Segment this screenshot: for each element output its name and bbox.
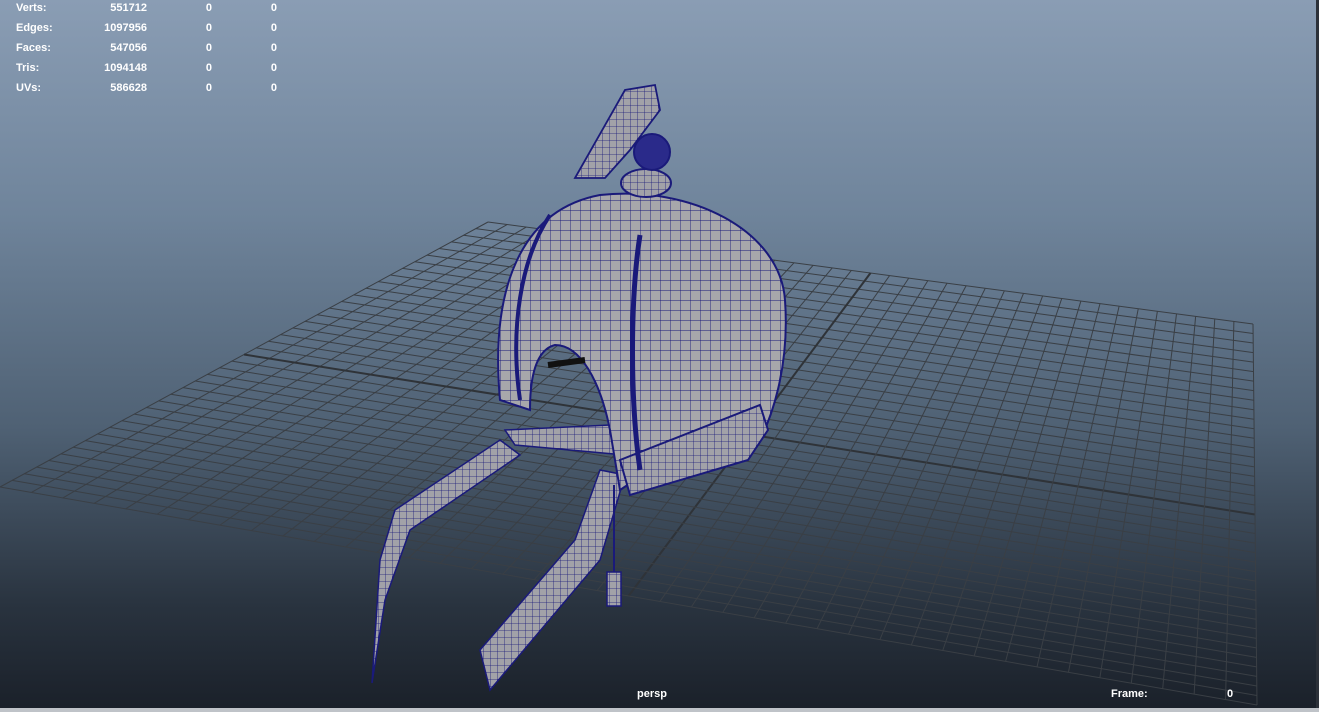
- chin-strap: [503, 424, 627, 456]
- hud-verts-row: Verts: 551712 0 0: [16, 1, 277, 15]
- strap-buckle: [606, 571, 622, 607]
- hud-value: 0: [270, 82, 277, 94]
- hud-label: Tris:: [16, 62, 40, 74]
- 3d-viewport[interactable]: [0, 0, 1319, 712]
- hud-label: Faces:: [16, 42, 51, 54]
- viewport-border-bottom: [0, 708, 1319, 712]
- hud-tris-row: Tris: 1094148 0 0: [16, 61, 277, 75]
- hud-value: 0: [205, 22, 212, 34]
- hud-label: Edges:: [16, 22, 53, 34]
- frame-label: Frame:: [1111, 688, 1148, 700]
- grid-line: [24, 473, 1257, 687]
- grid-line: [1130, 313, 1177, 684]
- hud-value: 0: [270, 22, 277, 34]
- hud-value: 0: [270, 62, 277, 74]
- hud-value: 1097956: [104, 22, 147, 34]
- grid-line: [1193, 318, 1216, 695]
- hud-label: UVs:: [16, 82, 42, 94]
- grid-line: [0, 486, 1258, 706]
- grid-line: [36, 466, 1257, 677]
- hud-value: 547056: [110, 42, 147, 54]
- grid-line: [1099, 311, 1158, 678]
- hud-value: 0: [205, 42, 212, 54]
- hud-value: 0: [270, 2, 277, 14]
- hud-label: Verts:: [16, 2, 47, 14]
- hud-value: 0: [205, 82, 212, 94]
- hud-value: 0: [205, 62, 212, 74]
- hud-value: 1094148: [104, 62, 147, 74]
- hud-value: 0: [205, 2, 212, 14]
- hud-value: 551712: [110, 2, 147, 14]
- hud-faces-row: Faces: 547056 0 0: [16, 41, 277, 55]
- frame-value: 0: [1227, 688, 1234, 700]
- hud-value: 586628: [110, 82, 147, 94]
- hud-uvs-row: UVs: 586628 0 0: [16, 81, 277, 95]
- helmet-knob-base: [620, 168, 672, 198]
- grid-line: [1162, 316, 1197, 689]
- hud-value: 0: [270, 42, 277, 54]
- helmet-knob: [633, 133, 671, 171]
- camera-name: persp: [637, 688, 667, 700]
- hud-edges-row: Edges: 1097956 0 0: [16, 21, 277, 35]
- helmet-model[interactable]: [371, 83, 787, 692]
